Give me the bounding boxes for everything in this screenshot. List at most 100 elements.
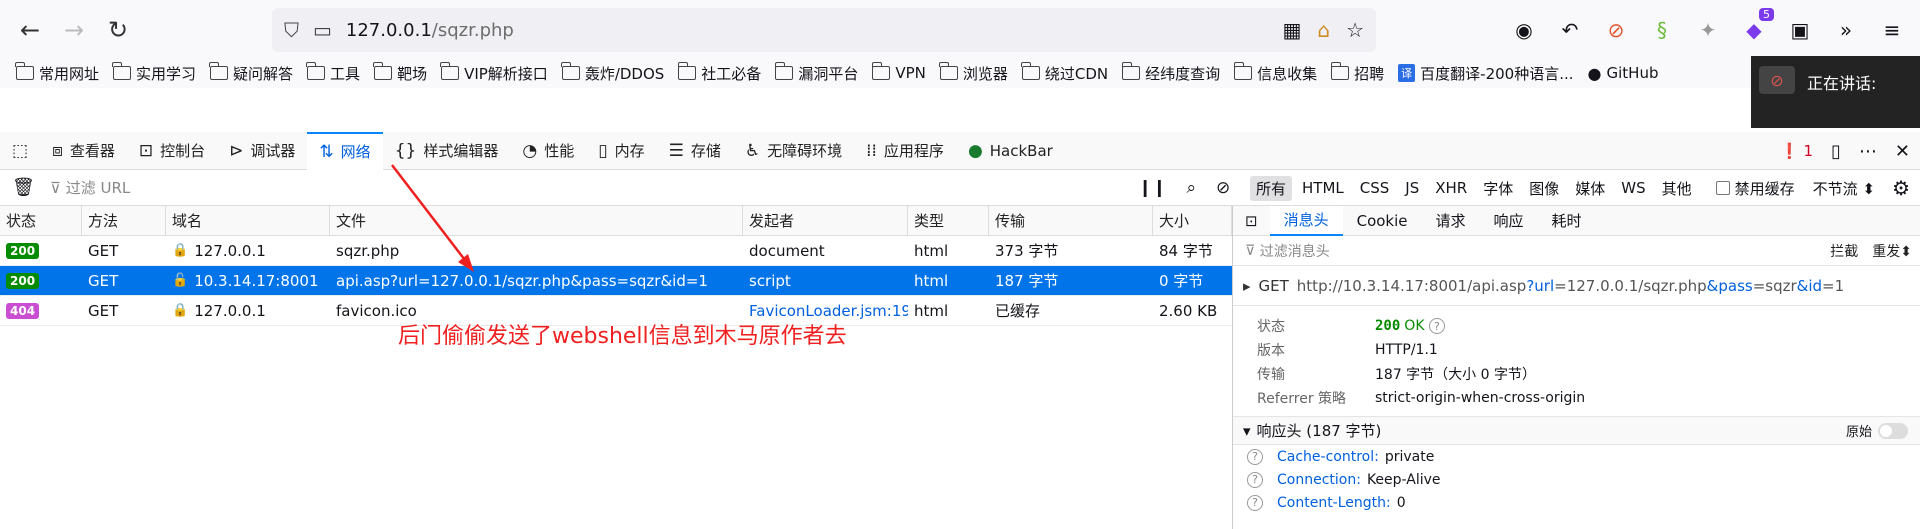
bookmark-item[interactable]: 浏览器 — [939, 62, 1008, 84]
pause-icon[interactable]: ❙❙ — [1138, 178, 1167, 198]
column-header[interactable]: 发起者 — [743, 206, 908, 235]
bookmark-item[interactable]: 社工必备 — [677, 62, 761, 84]
bookmark-item[interactable]: ● GitHub — [1588, 64, 1659, 83]
column-header[interactable]: 方法 — [82, 206, 166, 235]
bookmark-item[interactable]: 绕过CDN — [1021, 62, 1108, 84]
details-tab[interactable]: 耗时 — [1538, 206, 1596, 236]
settings-gear-icon[interactable]: ⚙ — [1892, 176, 1910, 200]
resend-button[interactable]: 重发⬍ — [1872, 241, 1912, 261]
back-button[interactable]: ← — [8, 8, 52, 52]
tab-console[interactable]: ⊡ 控制台 — [127, 132, 217, 170]
tab-memory[interactable]: ▯ 内存 — [586, 132, 656, 170]
diamond-extension-icon[interactable]: ◆ 5 — [1740, 8, 1774, 44]
tab-accessibility[interactable]: ♿ 无障碍环境 — [733, 132, 854, 170]
tab-debugger[interactable]: ⊳ 调试器 — [217, 132, 307, 170]
tab-storage[interactable]: ☰ 存储 — [657, 132, 733, 170]
bookmark-item[interactable]: 工具 — [306, 62, 360, 84]
response-headers-section[interactable]: ▾ 响应头 (187 字节) 原始 — [1233, 417, 1920, 445]
bookmark-item[interactable]: 实用学习 — [112, 62, 196, 84]
type-filter-button[interactable]: 图像 — [1523, 176, 1565, 201]
column-header[interactable]: 传输 — [989, 206, 1153, 235]
page-icon[interactable]: ▭ — [313, 18, 332, 42]
type-filter-button[interactable]: XHR — [1429, 177, 1473, 199]
bookmark-item[interactable]: 轰炸/DDOS — [561, 62, 664, 84]
proxy-icon[interactable]: § — [1648, 16, 1676, 44]
url-text[interactable]: 127.0.0.1/sqzr.php — [346, 20, 514, 41]
tab-performance[interactable]: ◔ 性能 — [510, 132, 586, 170]
raw-toggle[interactable] — [1878, 422, 1908, 439]
help-icon[interactable]: ? — [1247, 494, 1263, 511]
bookmark-item[interactable]: 常用网址 — [15, 62, 99, 84]
response-header-row[interactable]: ? Cache-control: private — [1233, 445, 1920, 468]
throttle-select[interactable]: 不节流 ⬍ — [1813, 178, 1875, 199]
type-filter-button[interactable]: 字体 — [1477, 176, 1519, 201]
help-icon[interactable]: ? — [1428, 318, 1445, 334]
help-icon[interactable]: ? — [1247, 448, 1263, 465]
details-tab[interactable]: 响应 — [1480, 206, 1538, 236]
menu-icon[interactable]: ≡ — [1878, 16, 1906, 44]
trash-icon[interactable]: 🗑 — [12, 177, 35, 198]
column-header[interactable]: 文件 — [330, 206, 743, 235]
header-filter[interactable]: ⊽ 过滤消息头 拦截 重发⬍ — [1233, 236, 1920, 266]
forward-button[interactable]: → — [52, 8, 96, 52]
undo-icon[interactable]: ↶ — [1556, 16, 1584, 44]
url-bar[interactable]: ⛉ ▭ 127.0.0.1/sqzr.php ▦ ⌂ ☆ — [272, 8, 1376, 52]
bookmark-item[interactable]: 信息收集 — [1233, 62, 1317, 84]
shield-icon[interactable]: ⛉ — [284, 18, 299, 42]
bookmark-item[interactable]: 疑问解答 — [209, 62, 293, 84]
column-header[interactable]: 域名 — [166, 206, 330, 235]
bookmark-item[interactable]: VPN — [871, 62, 926, 82]
type-filter-button[interactable]: JS — [1399, 177, 1425, 199]
response-header-row[interactable]: ? Connection: Keep-Alive — [1233, 468, 1920, 491]
bookmark-item[interactable]: VIP解析接口 — [440, 62, 548, 84]
error-count[interactable]: ❗ 1 — [1780, 142, 1813, 160]
type-filter-button[interactable]: 其他 — [1656, 176, 1698, 201]
dock-icon[interactable]: ▯ — [1831, 141, 1841, 162]
disable-cache-checkbox[interactable]: 禁用缓存 — [1715, 178, 1795, 199]
more-icon[interactable]: ⋯ — [1859, 141, 1877, 162]
bookmark-star-icon[interactable]: ☆ — [1346, 18, 1364, 42]
mask-extension-icon[interactable]: ▣ — [1786, 16, 1814, 44]
bookmark-item[interactable]: 招聘 — [1330, 62, 1384, 84]
tab-style-editor[interactable]: {} 样式编辑器 — [383, 132, 511, 170]
overflow-chevron-icon[interactable]: » — [1832, 16, 1860, 44]
extension-ghost-icon[interactable]: ◉ — [1510, 16, 1538, 44]
details-tab[interactable]: Cookie — [1343, 206, 1422, 236]
tab-application[interactable]: ⁞⁞ 应用程序 — [854, 132, 956, 170]
tab-hackbar[interactable]: ● HackBar — [956, 132, 1065, 170]
column-header[interactable]: 状态 — [0, 206, 82, 235]
tab-inspector[interactable]: ⧈ 查看器 — [40, 132, 127, 170]
column-header[interactable]: 大小 — [1153, 206, 1232, 235]
mic-muted-icon[interactable]: ⊘ — [1759, 66, 1795, 94]
type-filter-button[interactable]: CSS — [1354, 177, 1396, 199]
close-icon[interactable]: ✕ — [1895, 141, 1910, 162]
table-row[interactable]: 200 GET 🔒 127.0.0.1 sqzr.php document html 373 … — [0, 236, 1232, 266]
table-row[interactable]: 200 GET 🔓 10.3.14.17:8001 api.asp?url=127.0.… — [0, 266, 1232, 296]
block-ads-icon[interactable]: ⊘ — [1602, 16, 1630, 44]
column-header[interactable]: 类型 — [908, 206, 989, 235]
bookmark-item[interactable]: 漏洞平台 — [774, 62, 858, 84]
qr-code-icon[interactable]: ▦ — [1282, 18, 1301, 42]
type-filter-button[interactable]: HTML — [1296, 177, 1350, 199]
block-button[interactable]: 拦截 — [1830, 241, 1858, 261]
tab-network[interactable]: ⇅ 网络 — [307, 131, 383, 170]
request-url-line[interactable]: ▸ GET http://10.3.14.17:8001/api.asp ?url… — [1233, 266, 1920, 306]
sidebar-toggle-icon[interactable]: ⊡ — [1233, 212, 1270, 230]
home-icon[interactable]: ⌂ — [1317, 18, 1330, 42]
details-tab[interactable]: 消息头 — [1269, 205, 1343, 236]
type-filter-button[interactable]: 所有 — [1250, 175, 1293, 201]
bookmark-item[interactable]: 经纬度查询 — [1121, 62, 1220, 84]
type-filter-button[interactable]: WS — [1615, 177, 1651, 199]
search-icon[interactable]: ⌕ — [1187, 178, 1197, 198]
filter-url-input[interactable]: ⊽ 过滤 URL — [50, 177, 130, 198]
help-icon[interactable]: ? — [1247, 471, 1263, 488]
block-icon[interactable]: ⊘ — [1216, 178, 1230, 198]
bookmark-item[interactable]: 靶场 — [373, 62, 427, 84]
details-tab[interactable]: 请求 — [1422, 206, 1480, 236]
element-picker[interactable]: ⬚ — [0, 132, 40, 170]
reload-button[interactable]: ↻ — [96, 8, 140, 52]
puzzle-extension-icon[interactable]: ✦ — [1694, 16, 1722, 44]
bookmark-item[interactable]: 译百度翻译-200种语言... — [1398, 63, 1574, 84]
type-filter-button[interactable]: 媒体 — [1569, 176, 1611, 201]
response-header-row[interactable]: ? Content-Length: 0 — [1233, 491, 1920, 514]
